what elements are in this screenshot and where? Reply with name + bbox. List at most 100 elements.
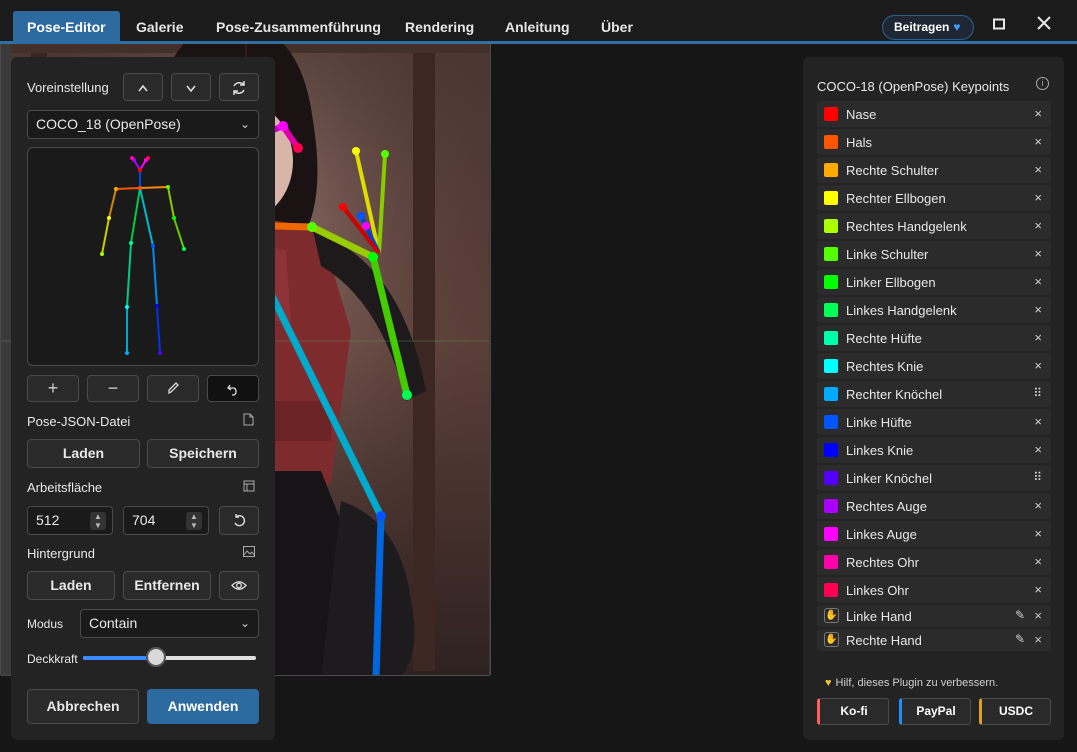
right-panel: COCO-18 (OpenPose) Keypoints i Nase × Hals…	[803, 57, 1064, 740]
add-point-button[interactable]: +	[27, 375, 79, 402]
keypoint-color-swatch[interactable]	[824, 499, 838, 513]
remove-keypoint-icon[interactable]: ×	[1034, 106, 1042, 121]
hand-row[interactable]: ✋ Rechte Hand ✎ ×	[817, 629, 1051, 651]
remove-keypoint-icon[interactable]: ×	[1034, 218, 1042, 233]
keypoint-color-swatch[interactable]	[824, 359, 838, 373]
background-remove-button[interactable]: Entfernen	[123, 571, 211, 600]
keypoint-color-swatch[interactable]	[824, 443, 838, 457]
keypoint-color-swatch[interactable]	[824, 555, 838, 569]
keypoint-color-swatch[interactable]	[824, 135, 838, 149]
keypoint-color-swatch[interactable]	[824, 247, 838, 261]
pose-preview[interactable]	[27, 147, 259, 366]
remove-hand-icon[interactable]: ×	[1034, 632, 1042, 647]
height-input[interactable]: 704 ▲ ▼	[123, 506, 209, 535]
keypoint-row[interactable]: Linkes Auge ×	[817, 521, 1051, 547]
usdc-button[interactable]: USDC	[979, 698, 1051, 725]
remove-keypoint-icon[interactable]: ×	[1034, 302, 1042, 317]
json-save-button[interactable]: Speichern	[147, 439, 259, 468]
maximize-icon[interactable]	[989, 16, 1009, 36]
keypoint-color-swatch[interactable]	[824, 163, 838, 177]
width-input[interactable]: 512 ▲ ▼	[27, 506, 113, 535]
donate-button[interactable]: Beitragen ♥	[882, 15, 974, 40]
eye-icon[interactable]	[219, 571, 259, 600]
tab-gallery[interactable]: Galerie	[122, 11, 197, 44]
drag-handle-icon[interactable]: ⠿	[1033, 470, 1042, 484]
remove-hand-icon[interactable]: ×	[1034, 608, 1042, 623]
drag-handle-icon[interactable]: ⠿	[1033, 386, 1042, 400]
json-load-button[interactable]: Laden	[27, 439, 140, 468]
tab-rendering[interactable]: Rendering	[391, 11, 488, 44]
keypoint-color-swatch[interactable]	[824, 471, 838, 485]
remove-keypoint-icon[interactable]: ×	[1034, 442, 1042, 457]
remove-keypoint-icon[interactable]: ×	[1034, 274, 1042, 289]
keypoint-color-swatch[interactable]	[824, 387, 838, 401]
keypoint-color-swatch[interactable]	[824, 107, 838, 121]
opacity-slider-track[interactable]	[83, 656, 256, 660]
remove-keypoint-icon[interactable]: ×	[1034, 554, 1042, 569]
kofi-button[interactable]: Ko-fi	[817, 698, 889, 725]
close-icon[interactable]	[1034, 16, 1054, 36]
remove-point-button[interactable]: −	[87, 375, 139, 402]
background-load-button[interactable]: Laden	[27, 571, 115, 600]
info-icon[interactable]: i	[1036, 77, 1049, 90]
keypoint-row[interactable]: Linkes Knie ×	[817, 437, 1051, 463]
preset-up-button[interactable]	[123, 73, 163, 101]
remove-keypoint-icon[interactable]: ×	[1034, 358, 1042, 373]
remove-keypoint-icon[interactable]: ×	[1034, 582, 1042, 597]
keypoint-color-swatch[interactable]	[824, 303, 838, 317]
remove-keypoint-icon[interactable]: ×	[1034, 190, 1042, 205]
keypoint-row[interactable]: Linkes Ohr ×	[817, 577, 1051, 603]
paypal-button[interactable]: PayPal	[899, 698, 971, 725]
preset-down-button[interactable]	[171, 73, 211, 101]
keypoint-row[interactable]: Rechtes Handgelenk ×	[817, 213, 1051, 239]
reset-size-icon[interactable]	[219, 506, 259, 535]
remove-keypoint-icon[interactable]: ×	[1034, 498, 1042, 513]
keypoint-color-swatch[interactable]	[824, 583, 838, 597]
keypoint-row[interactable]: Rechte Hüfte ×	[817, 325, 1051, 351]
remove-keypoint-icon[interactable]: ×	[1034, 414, 1042, 429]
json-file-label: Pose-JSON-Datei	[27, 414, 131, 429]
keypoint-color-swatch[interactable]	[824, 275, 838, 289]
keypoint-row[interactable]: Linker Ellbogen ×	[817, 269, 1051, 295]
keypoint-color-swatch[interactable]	[824, 415, 838, 429]
keypoint-row[interactable]: Rechtes Ohr ×	[817, 549, 1051, 575]
keypoint-row[interactable]: Rechtes Auge ×	[817, 493, 1051, 519]
keypoint-row[interactable]: Linker Knöchel ⠿	[817, 465, 1051, 491]
refresh-icon[interactable]	[219, 73, 259, 101]
remove-keypoint-icon[interactable]: ×	[1034, 162, 1042, 177]
cancel-button[interactable]: Abbrechen	[27, 689, 139, 724]
height-stepper-icon[interactable]: ▲ ▼	[186, 512, 202, 530]
undo-icon[interactable]	[207, 375, 259, 402]
keypoint-row[interactable]: Rechte Schulter ×	[817, 157, 1051, 183]
remove-keypoint-icon[interactable]: ×	[1034, 134, 1042, 149]
hand-row[interactable]: ✋ Linke Hand ✎ ×	[817, 605, 1051, 627]
remove-keypoint-icon[interactable]: ×	[1034, 330, 1042, 345]
keypoint-row[interactable]: Rechtes Knie ×	[817, 353, 1051, 379]
keypoint-row[interactable]: Linke Hüfte ×	[817, 409, 1051, 435]
tab-about[interactable]: Über	[587, 11, 647, 44]
edit-pencil-icon[interactable]: ✎	[1015, 632, 1025, 646]
tab-guide[interactable]: Anleitung	[491, 11, 584, 44]
mode-select[interactable]: Contain ⌄	[80, 609, 259, 638]
tab-pose-editor[interactable]: Pose-Editor	[13, 11, 120, 44]
width-stepper-icon[interactable]: ▲ ▼	[90, 512, 106, 530]
apply-button[interactable]: Anwenden	[147, 689, 259, 724]
keypoint-color-swatch[interactable]	[824, 219, 838, 233]
keypoint-row[interactable]: Linkes Handgelenk ×	[817, 297, 1051, 323]
edit-pencil-icon[interactable]: ✎	[1015, 608, 1025, 622]
keypoint-row[interactable]: Hals ×	[817, 129, 1051, 155]
opacity-slider-thumb[interactable]	[145, 647, 166, 667]
edit-pencil-icon[interactable]	[147, 375, 199, 402]
keypoint-row[interactable]: Linke Schulter ×	[817, 241, 1051, 267]
remove-keypoint-icon[interactable]: ×	[1034, 246, 1042, 261]
keypoint-row[interactable]: Rechter Knöchel ⠿	[817, 381, 1051, 407]
keypoint-row[interactable]: Rechter Ellbogen ×	[817, 185, 1051, 211]
keypoint-color-swatch[interactable]	[824, 191, 838, 205]
keypoint-row[interactable]: Nase ×	[817, 101, 1051, 127]
tab-pose-merge[interactable]: Pose-Zusammenführung	[202, 11, 395, 44]
preset-select[interactable]: COCO_18 (OpenPose) ⌄	[27, 110, 259, 139]
keypoint-color-swatch[interactable]	[824, 331, 838, 345]
width-value: 512	[36, 512, 60, 528]
remove-keypoint-icon[interactable]: ×	[1034, 526, 1042, 541]
keypoint-color-swatch[interactable]	[824, 527, 838, 541]
